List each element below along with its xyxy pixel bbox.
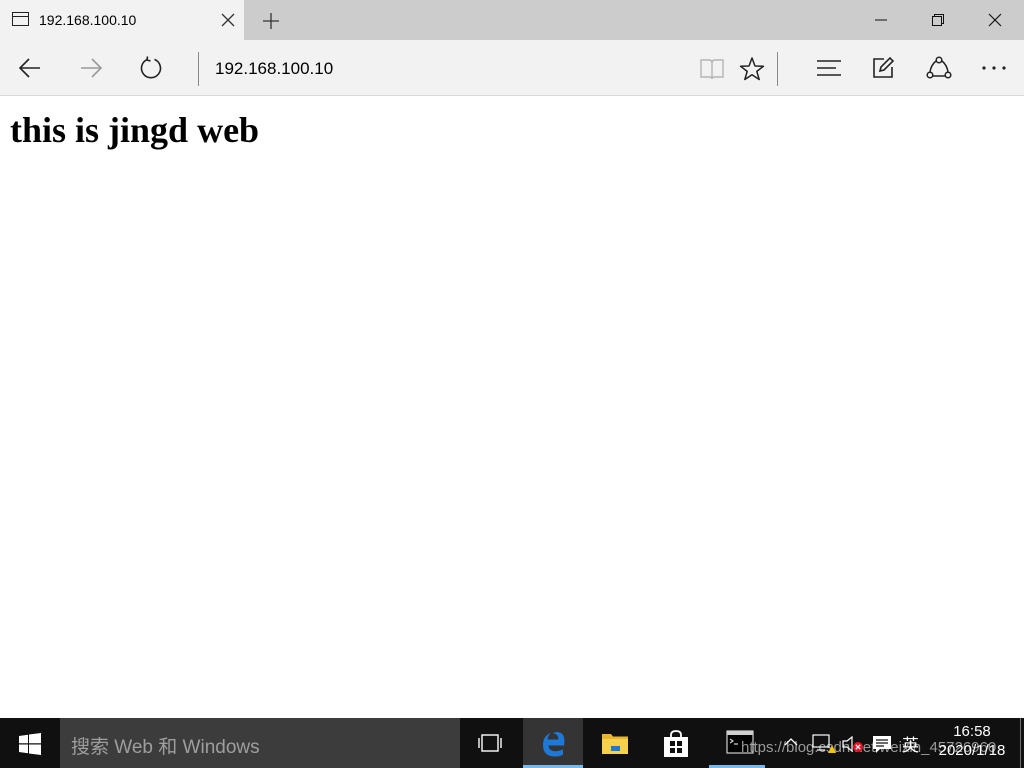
toolbar-separator [777, 52, 778, 86]
forward-arrow-icon [81, 58, 103, 78]
back-button[interactable] [10, 48, 50, 88]
network-icon[interactable] [811, 733, 837, 760]
favorite-button[interactable] [731, 48, 771, 88]
forward-button[interactable] [71, 48, 111, 88]
action-center-icon[interactable] [871, 734, 893, 759]
task-view-button[interactable] [460, 718, 520, 768]
tab-close-icon[interactable] [218, 10, 238, 30]
chevron-up-icon[interactable] [783, 735, 799, 754]
navigation-bar [0, 40, 1024, 96]
refresh-button[interactable] [131, 48, 171, 88]
page-icon [12, 12, 29, 26]
share-icon [926, 56, 952, 79]
close-window-button[interactable] [967, 0, 1023, 40]
tab-active[interactable]: 192.168.100.10 [0, 0, 244, 40]
minimize-button[interactable] [853, 0, 909, 40]
store-bag-icon [664, 730, 688, 757]
clock-time: 16:58 [953, 723, 991, 740]
taskbar: 搜索 Web 和 Windows https://blog.csdn.net/w… [0, 718, 1024, 768]
taskbar-store[interactable] [646, 718, 706, 768]
show-desktop-button[interactable] [1020, 718, 1024, 768]
task-view-icon [478, 734, 502, 752]
address-input[interactable] [215, 58, 685, 80]
new-tab-plus-icon[interactable] [259, 9, 283, 33]
taskbar-file-explorer[interactable] [584, 718, 644, 768]
page-heading: this is jingd web [10, 110, 260, 150]
web-note-button[interactable] [863, 48, 903, 88]
search-placeholder: 搜索 Web 和 Windows [71, 737, 260, 758]
taskbar-edge[interactable] [523, 718, 583, 768]
star-icon [739, 57, 765, 81]
volume-muted-icon[interactable] [841, 734, 865, 759]
page-content: this is jingd web [0, 97, 1024, 718]
windows-logo-icon [19, 733, 41, 755]
refresh-icon [140, 56, 162, 79]
system-clock[interactable]: 16:58 2020/1/18 [930, 722, 1014, 760]
tab-strip: 192.168.100.10 [0, 0, 1024, 40]
hub-icon [817, 60, 841, 76]
restore-button[interactable] [910, 0, 966, 40]
search-box[interactable]: 搜索 Web 和 Windows [60, 718, 460, 768]
clock-date: 2020/1/18 [938, 742, 1006, 759]
address-separator [198, 52, 199, 86]
reading-view-button[interactable] [691, 48, 731, 88]
input-method-indicator[interactable]: 英 [902, 731, 919, 756]
hub-button[interactable] [808, 48, 848, 88]
more-dots-icon [982, 66, 1006, 70]
tab-title: 192.168.100.10 [39, 12, 137, 28]
start-button[interactable] [0, 718, 60, 768]
share-button[interactable] [918, 48, 958, 88]
book-icon [700, 59, 724, 80]
back-arrow-icon [18, 58, 40, 78]
folder-icon [602, 734, 628, 754]
pen-icon [873, 56, 895, 78]
more-button[interactable] [973, 48, 1013, 88]
edge-icon [543, 732, 565, 757]
